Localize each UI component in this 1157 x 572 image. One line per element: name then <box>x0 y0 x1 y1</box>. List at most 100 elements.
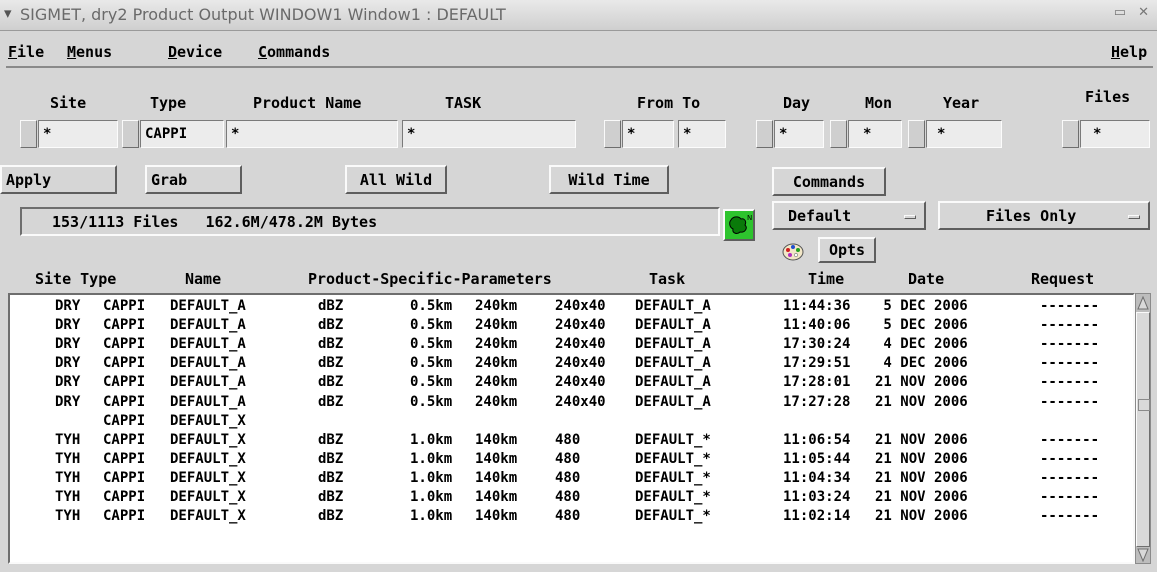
default-option-label: Default <box>788 207 852 225</box>
row-task: DEFAULT_* <box>635 450 711 467</box>
row-param-height: 0.5km <box>410 298 453 314</box>
menu-device[interactable]: Device <box>168 43 222 61</box>
row-task: DEFAULT_* <box>635 489 711 505</box>
menu-help[interactable]: Help <box>1111 43 1147 61</box>
files-selector-button[interactable] <box>1062 120 1079 148</box>
row-task: DEFAULT_A <box>635 393 711 410</box>
row-param-size: 240x40 <box>555 355 606 372</box>
menu-menus[interactable]: Menus <box>67 43 112 61</box>
product-name-input[interactable]: * <box>226 120 398 148</box>
day-input[interactable]: * <box>774 120 824 148</box>
product-name-label: Product Name <box>253 94 362 112</box>
row-time: 17:27:28 <box>783 393 851 410</box>
row-type: CAPPI <box>103 298 146 314</box>
window-controls[interactable]: ▭ ✕ <box>1114 5 1153 20</box>
row-date: 21 NOV 2006 <box>875 469 968 486</box>
row-request: ------- <box>1040 317 1100 334</box>
product-file-list[interactable]: DRY CAPPI DEFAULT_A dBZ 0.5km 240km 240x40 DEFA… <box>8 293 1135 564</box>
row-date: 21 NOV 2006 <box>875 374 968 391</box>
grab-button[interactable]: Grab <box>145 165 242 194</box>
column-product-params[interactable]: Product-Specific-Parameters <box>308 270 552 288</box>
row-unit: dBZ <box>318 431 344 448</box>
scroll-up-arrow-icon[interactable] <box>1137 296 1149 310</box>
row-name: DEFAULT_A <box>170 298 246 314</box>
task-input[interactable]: * <box>402 120 576 148</box>
list-scrollbar[interactable] <box>1135 293 1151 564</box>
column-site-type[interactable]: Site Type <box>35 270 116 288</box>
wild-time-button[interactable]: Wild Time <box>549 165 669 194</box>
row-param-size: 240x40 <box>555 393 606 410</box>
row-request: ------- <box>1040 355 1100 372</box>
row-name: DEFAULT_X <box>170 450 246 467</box>
type-selector-button[interactable] <box>122 120 139 148</box>
row-name: DEFAULT_A <box>170 393 246 410</box>
from-input[interactable]: * <box>622 120 674 148</box>
row-name: DEFAULT_A <box>170 317 246 334</box>
menu-commands[interactable]: Commands <box>258 43 330 61</box>
row-unit: dBZ <box>318 450 344 467</box>
row-param-range: 240km <box>475 374 518 391</box>
mon-selector-button[interactable] <box>830 120 847 148</box>
row-task: DEFAULT_* <box>635 469 711 486</box>
column-task[interactable]: Task <box>649 270 685 288</box>
row-site: TYH <box>55 450 81 467</box>
row-date: 4 DEC 2006 <box>875 336 968 353</box>
palette-icon[interactable] <box>782 241 804 263</box>
row-type: CAPPI <box>103 336 146 353</box>
row-param-height: 1.0km <box>410 469 453 486</box>
column-request[interactable]: Request <box>1031 270 1094 288</box>
default-option-menu[interactable]: Default <box>772 201 926 230</box>
site-label: Site <box>50 94 87 112</box>
scroll-thumb[interactable] <box>1136 312 1150 547</box>
row-type: CAPPI <box>103 489 146 505</box>
row-task: DEFAULT_A <box>635 298 711 314</box>
scroll-down-arrow-icon[interactable] <box>1137 548 1149 562</box>
year-selector-button[interactable] <box>908 120 925 148</box>
year-input[interactable]: * <box>926 120 1002 148</box>
window-titlebar[interactable]: ▾ SIGMET, dry2 Product Output WINDOW1 Wi… <box>0 0 1157 31</box>
row-time: 11:04:34 <box>783 469 851 486</box>
map-icon[interactable]: N <box>723 209 755 241</box>
row-param-range: 140km <box>475 469 518 486</box>
files-only-option-menu[interactable]: Files Only <box>938 201 1150 230</box>
menu-file[interactable]: File <box>8 43 44 61</box>
row-type: CAPPI <box>103 508 146 525</box>
row-date: 5 DEC 2006 <box>875 298 968 314</box>
all-wild-button[interactable]: All Wild <box>345 165 447 194</box>
mon-input[interactable]: * <box>848 120 902 148</box>
files-input[interactable]: * <box>1080 120 1150 148</box>
row-unit: dBZ <box>318 336 344 353</box>
row-date: 21 NOV 2006 <box>875 489 968 505</box>
column-time[interactable]: Time <box>808 270 844 288</box>
opts-button[interactable]: Opts <box>818 237 876 263</box>
row-request: ------- <box>1040 374 1100 391</box>
row-param-height: 0.5km <box>410 317 453 334</box>
svg-text:N: N <box>747 214 752 222</box>
row-request: ------- <box>1040 508 1100 525</box>
row-unit: dBZ <box>318 374 344 391</box>
day-label: Day <box>783 94 811 112</box>
commands-button[interactable]: Commands <box>772 167 886 196</box>
row-param-size: 240x40 <box>555 298 606 314</box>
row-time: 17:30:24 <box>783 336 851 353</box>
row-unit: dBZ <box>318 489 344 505</box>
row-site: DRY <box>55 393 81 410</box>
to-input[interactable]: * <box>678 120 726 148</box>
row-site: TYH <box>55 508 81 525</box>
row-name: DEFAULT_X <box>170 469 246 486</box>
row-param-range: 240km <box>475 336 518 353</box>
site-selector-button[interactable] <box>20 120 37 148</box>
chevron-down-icon[interactable]: ▾ <box>4 4 12 22</box>
row-time: 11:44:36 <box>783 298 851 314</box>
day-selector-button[interactable] <box>756 120 773 148</box>
apply-button[interactable]: Apply <box>0 165 117 194</box>
type-input[interactable]: CAPPI <box>140 120 224 148</box>
row-time: 11:03:24 <box>783 489 851 505</box>
column-date[interactable]: Date <box>908 270 944 288</box>
row-param-size: 480 <box>555 489 581 505</box>
option-menu-indicator-icon <box>904 215 916 219</box>
from-selector-button[interactable] <box>604 120 621 148</box>
column-name[interactable]: Name <box>185 270 221 288</box>
site-input[interactable]: * <box>38 120 118 148</box>
row-site: DRY <box>55 355 81 372</box>
